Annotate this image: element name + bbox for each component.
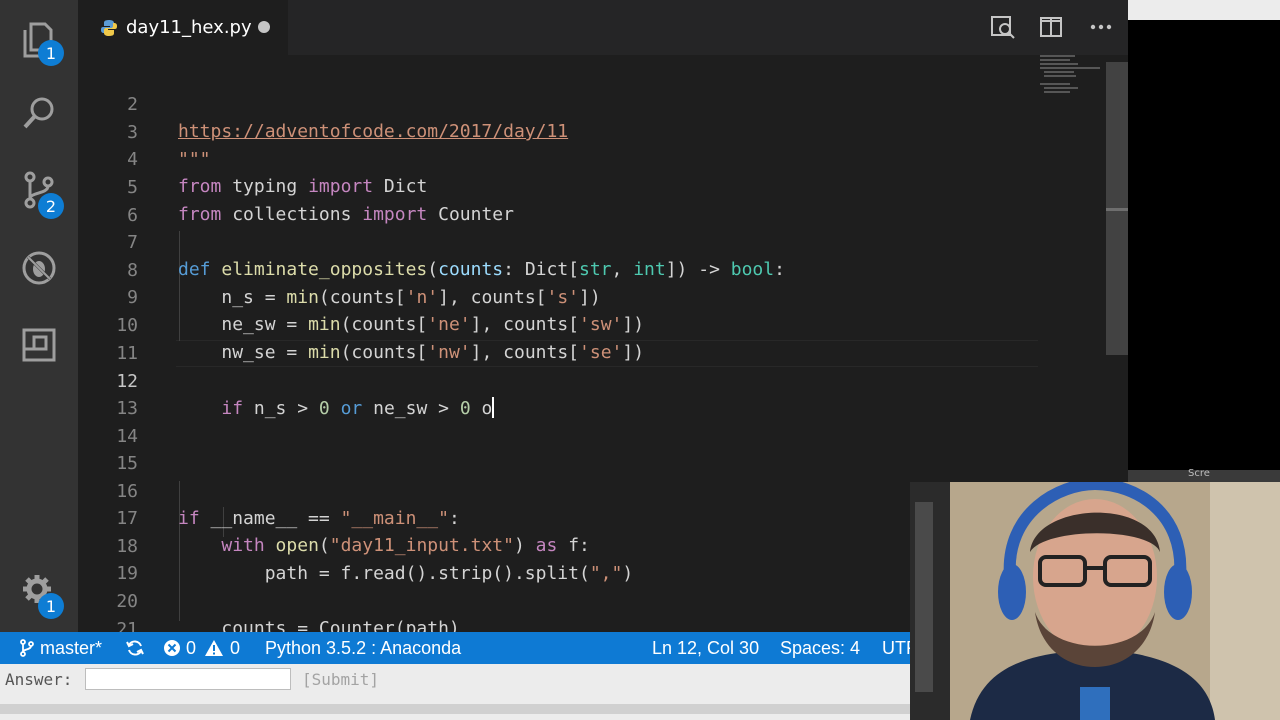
extensions-icon: [22, 328, 56, 362]
branch-indicator[interactable]: master*: [20, 632, 102, 664]
code-line: 16 if __name__ == "__main__":: [78, 451, 1128, 529]
open-changes-button[interactable]: [988, 12, 1018, 42]
more-actions-button[interactable]: [1086, 12, 1116, 42]
problems-indicator[interactable]: 0 0: [163, 632, 240, 664]
settings-badge: 1: [38, 593, 64, 619]
sync-button[interactable]: [126, 632, 144, 664]
explorer-badge: 1: [38, 40, 64, 66]
debug-button[interactable]: [0, 233, 78, 303]
error-count: 0: [186, 637, 197, 658]
error-icon: [164, 640, 180, 656]
code-line: 7 def eliminate_opposites(counts: Dict[s…: [78, 202, 1128, 280]
search-button[interactable]: [0, 78, 78, 148]
branch-name: master*: [40, 637, 103, 658]
background-window-dark: [1128, 20, 1280, 470]
explorer-button[interactable]: 1: [0, 5, 78, 75]
python-interpreter[interactable]: Python 3.5.2 : Anaconda: [265, 632, 461, 664]
debug-icon: [22, 251, 56, 285]
search-icon: [23, 97, 54, 129]
code-token: counts = Counter(path): [221, 618, 460, 632]
answer-label: Answer:: [5, 670, 73, 689]
split-editor-button[interactable]: [1036, 12, 1066, 42]
code-line: 15: [78, 423, 1128, 474]
cursor-position[interactable]: Ln 12, Col 30: [652, 632, 759, 664]
code-line: 2 https://adventofcode.com/2017/day/11: [78, 64, 1128, 142]
search-changes-icon: [991, 16, 1015, 39]
background-window-label: Scre: [1188, 468, 1210, 479]
source-control-button[interactable]: 2: [0, 155, 78, 225]
sync-icon: [126, 640, 144, 656]
code-line: 6: [78, 175, 1128, 226]
code-line: 13: [78, 368, 1128, 419]
warning-icon: [205, 640, 224, 656]
more-icon: [1090, 24, 1112, 30]
indentation[interactable]: Spaces: 4: [780, 632, 860, 664]
code-line: 10 nw_se = min(counts['nw'], counts['se'…: [78, 285, 1128, 363]
split-editor-icon: [1040, 17, 1062, 37]
python-file-icon: [101, 19, 117, 36]
git-branch-icon: [20, 639, 34, 657]
code-line-current: 12 if n_s > 0 or ne_sw > 0 o: [78, 341, 1128, 419]
minimap[interactable]: [1035, 55, 1105, 115]
code-line: 5 from collections import Counter: [78, 147, 1128, 225]
line-number: 21: [116, 619, 138, 632]
answer-input[interactable]: [85, 668, 291, 690]
submit-button[interactable]: [Submit]: [302, 670, 379, 689]
activity-bar: 1 2 1: [0, 0, 78, 632]
code-line: 3 """: [78, 92, 1128, 170]
extensions-button[interactable]: [0, 310, 78, 380]
settings-button[interactable]: 1: [0, 556, 78, 626]
scm-badge: 2: [38, 193, 64, 219]
webcam-overlay: [910, 482, 1280, 720]
code-line: 4 from typing import Dict: [78, 119, 1128, 197]
warning-count: 0: [230, 637, 241, 658]
webcam-person-image: [910, 482, 1280, 720]
code-line: 11: [78, 313, 1128, 364]
tab-title: day11_hex.py: [126, 17, 252, 38]
code-line: 14: [78, 396, 1128, 447]
code-line: 8 n_s = min(counts['n'], counts['s']): [78, 230, 1128, 308]
background-window: [1128, 0, 1280, 20]
code-line: 9 ne_sw = min(counts['ne'], counts['sw']…: [78, 257, 1128, 335]
tab-day11-hex[interactable]: day11_hex.py: [78, 0, 288, 55]
unsaved-dot-icon[interactable]: [258, 21, 270, 33]
scrollbar-cursor-marker: [1106, 208, 1128, 211]
